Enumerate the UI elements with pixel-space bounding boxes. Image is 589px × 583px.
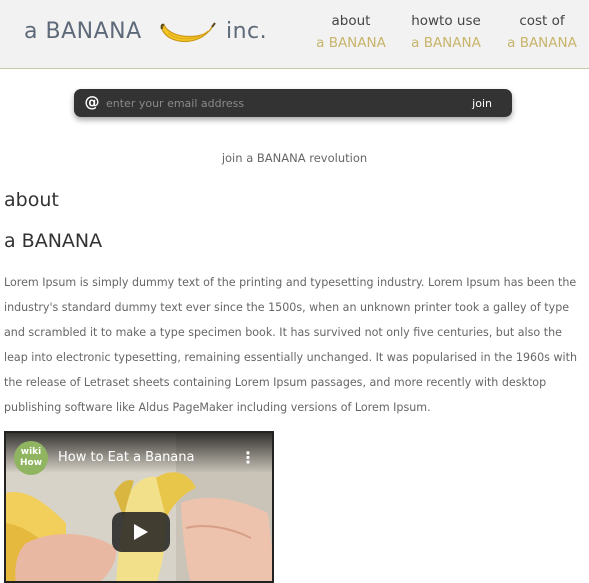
- nav-about[interactable]: about a BANANA: [314, 10, 388, 54]
- more-vert-icon[interactable]: ⋮: [240, 450, 256, 468]
- video-player[interactable]: wiki How How to Eat a Banana ⋮: [4, 431, 274, 583]
- email-input[interactable]: [106, 93, 466, 113]
- brand-suffix: inc.: [226, 19, 268, 44]
- video-title[interactable]: How to Eat a Banana: [58, 450, 194, 465]
- about-body-text: Lorem Ipsum is simply dummy text of the …: [4, 276, 577, 414]
- nav-label: about: [331, 13, 371, 29]
- section-subtitle: a BANANA: [4, 230, 103, 252]
- nav-sublabel: a BANANA: [507, 35, 577, 51]
- section-title-about: about: [4, 189, 59, 211]
- nav-cost-of[interactable]: cost of a BANANA: [504, 10, 580, 54]
- nav-sublabel: a BANANA: [316, 35, 386, 51]
- play-icon: [134, 524, 148, 540]
- channel-avatar[interactable]: wiki How: [14, 441, 48, 475]
- nav-label: howto use: [411, 13, 481, 29]
- nav-label: cost of: [519, 13, 565, 29]
- at-icon: @: [84, 93, 100, 111]
- join-tagline: join a BANANA revolution: [221, 151, 368, 165]
- join-button[interactable]: join: [464, 94, 500, 112]
- nav-howto-use[interactable]: howto use a BANANA: [408, 10, 484, 54]
- site-header: a BANANA inc. about a BANANA howto use a…: [0, 0, 589, 69]
- banana-icon: [160, 22, 216, 42]
- brand-name: a BANANA: [24, 19, 142, 44]
- nav-sublabel: a BANANA: [411, 35, 481, 51]
- play-button[interactable]: [112, 512, 170, 552]
- email-signup-bar: @ join: [74, 89, 512, 117]
